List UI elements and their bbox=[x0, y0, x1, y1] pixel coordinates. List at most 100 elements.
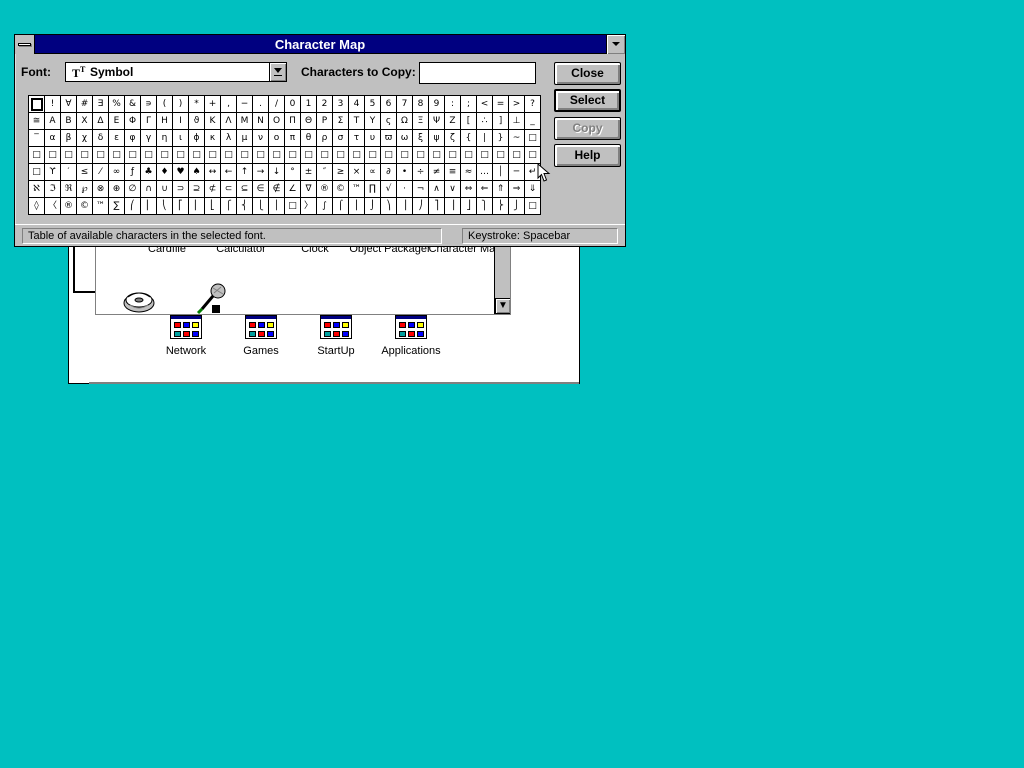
character-cell[interactable]: ξ bbox=[413, 130, 429, 147]
character-cell[interactable]: ⎢ bbox=[189, 198, 205, 215]
character-cell[interactable]: □ bbox=[205, 147, 221, 164]
character-cell[interactable]: ℘ bbox=[77, 181, 93, 198]
character-cell[interactable]: ε bbox=[109, 130, 125, 147]
character-cell[interactable]: β bbox=[61, 130, 77, 147]
character-cell[interactable]: ο bbox=[269, 130, 285, 147]
character-cell[interactable]: Γ bbox=[141, 113, 157, 130]
character-cell[interactable]: ♣ bbox=[141, 164, 157, 181]
character-cell[interactable]: ⎤ bbox=[429, 198, 445, 215]
character-cell[interactable]: □ bbox=[29, 164, 45, 181]
character-cell[interactable]: □ bbox=[189, 147, 205, 164]
character-cell[interactable]: Ω bbox=[397, 113, 413, 130]
character-cell[interactable]: □ bbox=[445, 147, 461, 164]
character-cell[interactable]: − bbox=[237, 96, 253, 113]
character-cell[interactable]: Ι bbox=[173, 113, 189, 130]
character-cell[interactable]: Δ bbox=[93, 113, 109, 130]
character-cell[interactable]: Κ bbox=[205, 113, 221, 130]
character-cell[interactable]: □ bbox=[509, 147, 525, 164]
character-cell[interactable]: Ψ bbox=[429, 113, 445, 130]
character-cell[interactable]: ϕ bbox=[189, 130, 205, 147]
character-cell[interactable]: ⁄ bbox=[93, 164, 109, 181]
character-cell[interactable]: × bbox=[349, 164, 365, 181]
character-cell[interactable]: ≈ bbox=[461, 164, 477, 181]
character-cell[interactable]: / bbox=[269, 96, 285, 113]
character-cell[interactable]: ϒ bbox=[45, 164, 61, 181]
character-cell[interactable]: = bbox=[493, 96, 509, 113]
character-cell[interactable]: ≤ bbox=[77, 164, 93, 181]
character-cell[interactable]: μ bbox=[237, 130, 253, 147]
character-cell[interactable]: , bbox=[221, 96, 237, 113]
character-cell[interactable]: ⎮ bbox=[349, 198, 365, 215]
character-cell[interactable]: ∉ bbox=[269, 181, 285, 198]
character-cell[interactable]: ″ bbox=[317, 164, 333, 181]
character-cell[interactable]: □ bbox=[349, 147, 365, 164]
character-cell[interactable]: □ bbox=[525, 130, 541, 147]
character-cell[interactable]: Τ bbox=[349, 113, 365, 130]
character-cell[interactable]: ℑ bbox=[45, 181, 61, 198]
character-cell[interactable]: ⎛ bbox=[125, 198, 141, 215]
character-cell[interactable]: ∩ bbox=[141, 181, 157, 198]
character-cell[interactable]: √ bbox=[381, 181, 397, 198]
character-cell[interactable]: ™ bbox=[93, 198, 109, 215]
character-cell[interactable]: Ρ bbox=[317, 113, 333, 130]
character-cell[interactable]: φ bbox=[125, 130, 141, 147]
character-cell[interactable]: ° bbox=[285, 164, 301, 181]
character-cell[interactable]: □ bbox=[141, 147, 157, 164]
character-cell[interactable]: ∧ bbox=[429, 181, 445, 198]
character-cell[interactable]: ⎣ bbox=[205, 198, 221, 215]
character-cell[interactable]: ⇓ bbox=[525, 181, 541, 198]
character-cell[interactable]: ™ bbox=[349, 181, 365, 198]
character-cell[interactable]: ϖ bbox=[381, 130, 397, 147]
character-cell[interactable]: Φ bbox=[125, 113, 141, 130]
character-cell[interactable]: □ bbox=[285, 198, 301, 215]
character-cell[interactable]: θ bbox=[301, 130, 317, 147]
character-cell[interactable]: Ν bbox=[253, 113, 269, 130]
character-cell[interactable]: ⇔ bbox=[461, 181, 477, 198]
character-cell[interactable]: ⎥ bbox=[445, 198, 461, 215]
character-cell[interactable]: ↑ bbox=[237, 164, 253, 181]
character-cell[interactable]: 7 bbox=[397, 96, 413, 113]
character-cell[interactable]: < bbox=[477, 96, 493, 113]
character-cell[interactable]: ′ bbox=[61, 164, 77, 181]
character-cell[interactable]: { bbox=[461, 130, 477, 147]
program-group-applications[interactable]: Applications bbox=[366, 315, 456, 358]
character-cell[interactable]: ζ bbox=[445, 130, 461, 147]
character-cell[interactable]: ∠ bbox=[285, 181, 301, 198]
character-cell[interactable]: ⊂ bbox=[221, 181, 237, 198]
character-cell[interactable]: ⎦ bbox=[461, 198, 477, 215]
character-cell[interactable]: □ bbox=[477, 147, 493, 164]
character-cell[interactable]: Χ bbox=[77, 113, 93, 130]
character-cell[interactable]: ⎬ bbox=[493, 198, 509, 215]
character-cell[interactable]: Ε bbox=[109, 113, 125, 130]
character-cell[interactable]: ∇ bbox=[301, 181, 317, 198]
character-cell[interactable]: • bbox=[397, 164, 413, 181]
character-grid[interactable]: ! ∀ # ∃% & ∍() * +, −./0 1 2 3 4 5 6 7 8 9:; < = >? ≅ Α Β Χ Δ Ε Φ Γ Η… bbox=[28, 95, 541, 215]
character-cell[interactable]: □ bbox=[237, 147, 253, 164]
character-cell[interactable]: ÷ bbox=[413, 164, 429, 181]
character-cell[interactable]: 〈 bbox=[45, 198, 61, 215]
character-cell[interactable]: ⇒ bbox=[509, 181, 525, 198]
character-cell[interactable]: ⊆ bbox=[237, 181, 253, 198]
character-cell[interactable]: □ bbox=[333, 147, 349, 164]
character-cell[interactable]: ⊕ bbox=[109, 181, 125, 198]
character-cell[interactable]: ⇐ bbox=[477, 181, 493, 198]
character-cell[interactable]: > bbox=[509, 96, 525, 113]
vertical-scrollbar[interactable]: ▼ bbox=[494, 241, 510, 314]
character-cell[interactable]: ( bbox=[157, 96, 173, 113]
character-cell[interactable]: ⎪ bbox=[269, 198, 285, 215]
help-button[interactable]: Help bbox=[554, 144, 621, 167]
character-cell[interactable]: 1 bbox=[301, 96, 317, 113]
character-cell[interactable]: ♠ bbox=[189, 164, 205, 181]
media-player-icon[interactable] bbox=[122, 283, 156, 315]
character-cell[interactable]: Β bbox=[61, 113, 77, 130]
character-cell[interactable]: δ bbox=[93, 130, 109, 147]
character-cell[interactable]: … bbox=[477, 164, 493, 181]
character-cell[interactable]: : bbox=[445, 96, 461, 113]
character-cell[interactable]: ® bbox=[61, 198, 77, 215]
character-cell[interactable]: τ bbox=[349, 130, 365, 147]
character-cell[interactable]: ⎝ bbox=[157, 198, 173, 215]
character-cell[interactable]: ~ bbox=[509, 130, 525, 147]
character-cell[interactable]: ? bbox=[525, 96, 541, 113]
character-cell[interactable]: ⎠ bbox=[413, 198, 429, 215]
character-cell[interactable]: 〉 bbox=[301, 198, 317, 215]
